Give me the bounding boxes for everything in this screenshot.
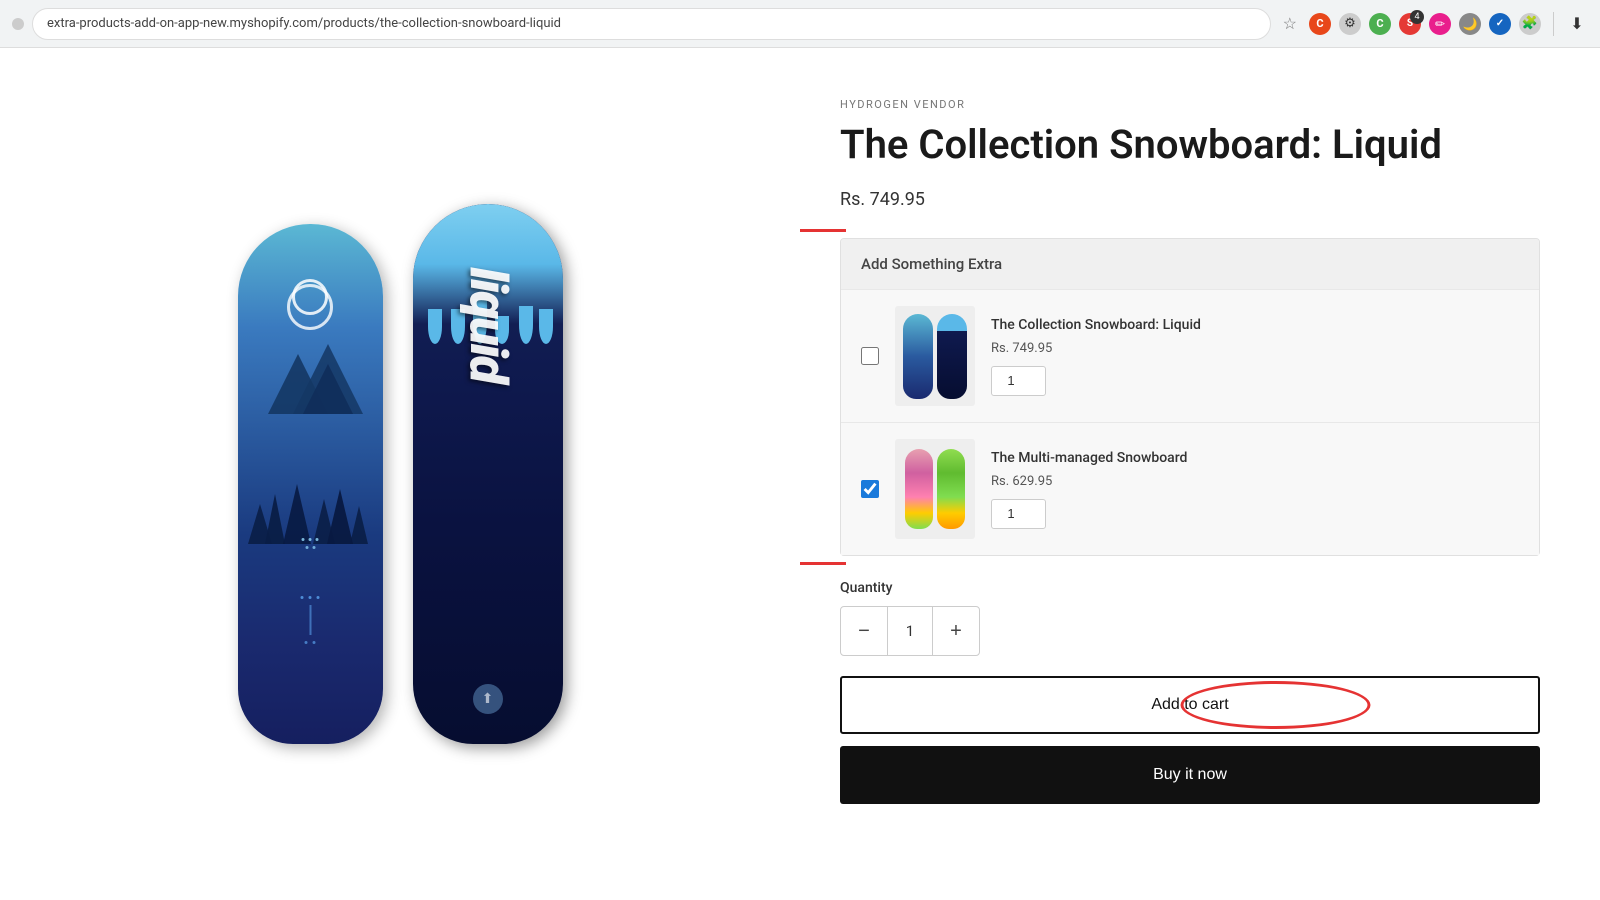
trees-decoration — [243, 364, 378, 544]
snowboard-image-2: liquid ⬆ — [413, 204, 563, 744]
brand-text: liquid — [457, 267, 518, 382]
red-bracket-annotation — [800, 229, 846, 565]
download-icon[interactable]: ⬇ — [1566, 13, 1588, 35]
vendor-label: HYDROGEN VENDOR — [840, 98, 1540, 111]
extra-item-2-image — [895, 439, 975, 539]
add-to-cart-container: Add to cart — [840, 676, 1540, 746]
snowboard-image-1 — [238, 224, 383, 744]
quantity-value: 1 — [887, 607, 933, 655]
quantity-controls: − 1 + — [840, 606, 980, 656]
drip-6 — [539, 309, 553, 344]
buy-now-button[interactable]: Buy it now — [840, 746, 1540, 804]
mini-snowboard-2a — [905, 449, 933, 529]
extra-item-2-name: The Multi-managed Snowboard — [991, 449, 1519, 467]
extra-item-2-qty[interactable] — [991, 499, 1046, 529]
extra-item-1: The Collection Snowboard: Liquid Rs. 749… — [841, 289, 1539, 422]
ext-icon-3[interactable]: C — [1369, 13, 1391, 35]
ext-icon-6[interactable]: 🌙 — [1459, 13, 1481, 35]
quantity-label: Quantity — [840, 580, 1540, 596]
add-extra-header: Add Something Extra — [841, 239, 1539, 289]
drip-5 — [519, 306, 533, 344]
address-bar[interactable]: extra-products-add-on-app-new.myshopify.… — [32, 8, 1271, 40]
product-info-area: HYDROGEN VENDOR The Collection Snowboard… — [800, 48, 1600, 900]
ext-icon-4[interactable]: S 4 — [1399, 13, 1421, 35]
brand-logo: ⬆ — [473, 684, 503, 714]
url-text: extra-products-add-on-app-new.myshopify.… — [47, 16, 561, 31]
bottom-pattern — [301, 596, 320, 644]
mini-snowboard-1a — [903, 314, 933, 399]
ext-icon-puzzle[interactable]: 🧩 — [1519, 13, 1541, 35]
snowboard-images: liquid ⬆ — [238, 204, 563, 744]
quantity-increase-button[interactable]: + — [933, 607, 979, 655]
add-to-cart-button[interactable]: Add to cart — [840, 676, 1540, 734]
ext-icon-7[interactable]: ✓ — [1489, 13, 1511, 35]
extra-item-1-name: The Collection Snowboard: Liquid — [991, 316, 1519, 334]
product-title: The Collection Snowboard: Liquid — [840, 121, 1540, 169]
reflection-dots — [302, 538, 319, 549]
extra-item-2-checkbox[interactable] — [861, 480, 879, 498]
quantity-decrease-button[interactable]: − — [841, 607, 887, 655]
extra-item-1-checkbox[interactable] — [861, 347, 879, 365]
extra-item-1-qty[interactable] — [991, 366, 1046, 396]
extra-item-1-price: Rs. 749.95 — [991, 341, 1519, 356]
extra-item-2-details: The Multi-managed Snowboard Rs. 629.95 — [991, 449, 1519, 528]
browser-dots — [12, 18, 24, 30]
ext-icon-2[interactable]: ⚙ — [1339, 13, 1361, 35]
product-image-area: liquid ⬆ — [0, 48, 800, 900]
moon-decoration — [292, 279, 328, 315]
product-price: Rs. 749.95 — [840, 189, 1540, 210]
bookmark-icon[interactable]: ☆ — [1283, 14, 1297, 33]
extra-item-2-price: Rs. 629.95 — [991, 474, 1519, 489]
extra-item-1-image — [895, 306, 975, 406]
extra-item-1-details: The Collection Snowboard: Liquid Rs. 749… — [991, 316, 1519, 395]
mini-snowboard-1b — [937, 314, 967, 399]
browser-extension-icons: C ⚙ C S 4 ✏ 🌙 ✓ 🧩 ⬇ — [1309, 12, 1588, 36]
page-content: liquid ⬆ HYDROGEN VENDOR The Collection … — [0, 48, 1600, 900]
extra-item-2: The Multi-managed Snowboard Rs. 629.95 — [841, 422, 1539, 555]
divider — [1553, 12, 1554, 36]
add-extra-widget: Add Something Extra The Collection Snowb… — [840, 238, 1540, 556]
ext-icon-5[interactable]: ✏ — [1429, 13, 1451, 35]
ext-icon-1[interactable]: C — [1309, 13, 1331, 35]
buy-now-label: Buy it now — [1153, 766, 1227, 783]
browser-chrome: extra-products-add-on-app-new.myshopify.… — [0, 0, 1600, 48]
mini-snowboard-2b — [937, 449, 965, 529]
drip-1 — [428, 309, 442, 344]
add-to-cart-label: Add to cart — [1151, 696, 1228, 713]
